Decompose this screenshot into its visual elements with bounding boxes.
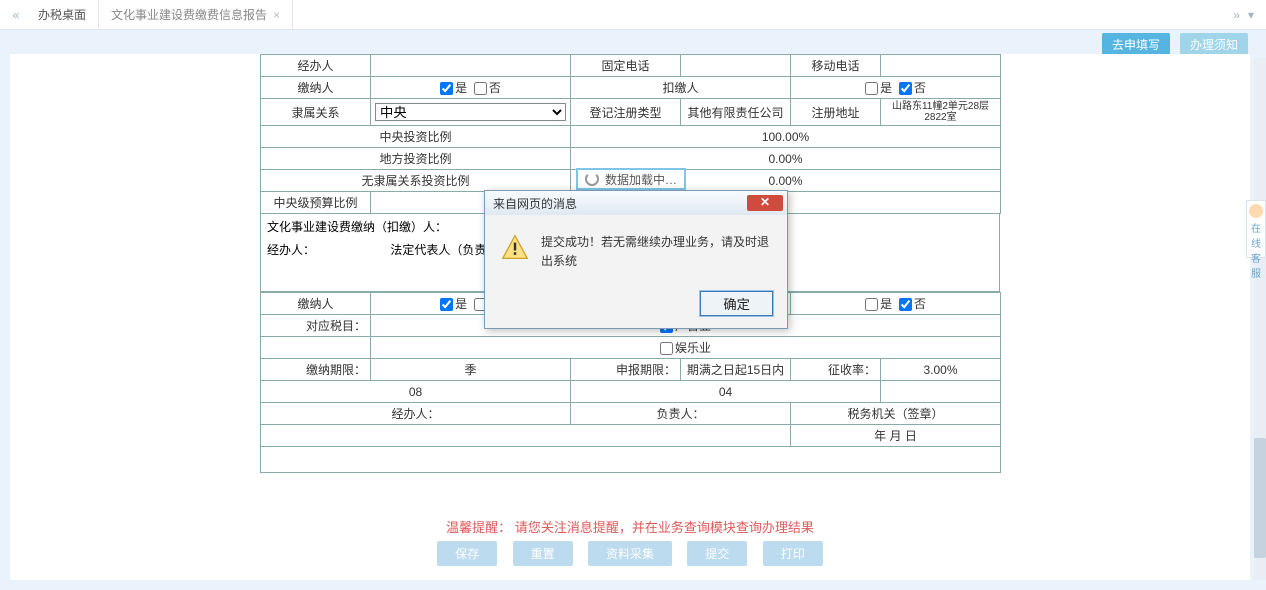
lishuguanxi-select[interactable]: 中央 [375, 103, 566, 121]
sign-jbr: 经办人： [261, 403, 571, 425]
label-jiaonaren: 缴纳人 [261, 77, 371, 99]
jiaonaren-yes-checkbox[interactable] [440, 82, 453, 95]
scrollbar-thumb[interactable] [1254, 438, 1266, 558]
value-jingbanren [371, 55, 571, 77]
value-difang-ratio: 0.00% [571, 148, 1001, 170]
label-jiaonaqixian: 缴纳期限： [261, 359, 371, 381]
label-lishuguanxi: 隶属关系 [261, 99, 371, 126]
value-zhongyang-ratio: 100.00% [571, 126, 1001, 148]
label-jiaonaren2: 缴纳人 [261, 293, 371, 315]
label-difang-ratio: 地方投资比例 [261, 148, 571, 170]
label-zhongyangji-ratio: 中央级预算比例 [261, 192, 371, 214]
submit-button[interactable]: 提交 [687, 541, 747, 566]
label-zhongyang-ratio: 中央投资比例 [261, 126, 571, 148]
value-zhengshoulv: 3.00% [881, 359, 1001, 381]
label-dengjileixing: 登记注册类型 [571, 99, 681, 126]
koujiaoren-no-checkbox[interactable] [899, 82, 912, 95]
value-gudingdianhua [681, 55, 791, 77]
dialog-titlebar[interactable]: 来自网页的消息 ✕ [485, 191, 787, 215]
koujiaoren-yes-checkbox[interactable] [865, 82, 878, 95]
tabs-next-icon[interactable]: » [1233, 8, 1240, 22]
label-zhucedizhi: 注册地址 [791, 99, 881, 126]
reset-button[interactable]: 重置 [513, 541, 573, 566]
sign-swjg: 税务机关（签章） [791, 403, 1001, 425]
checkbox-koujiaoren: 是 否 [791, 77, 1001, 99]
loading-indicator: 数据加载中… [576, 168, 686, 190]
save-button[interactable]: 保存 [437, 541, 497, 566]
label-section-jbr: 经办人： [267, 241, 387, 258]
code-1: 08 [261, 381, 571, 403]
value-dengjileixing: 其他有限责任公司 [681, 99, 791, 126]
message-dialog: 来自网页的消息 ✕ 提交成功！若无需继续办理业务，请及时退出系统 确定 [484, 190, 788, 329]
handle-notice-button[interactable]: 办理须知 [1180, 33, 1248, 56]
value-jiaonaqixian: 季 [371, 359, 571, 381]
tabs-prev-icon[interactable]: « [6, 8, 26, 22]
spinner-icon [585, 172, 599, 186]
value-shenbaoqixian: 期满之日起15日内 [681, 359, 791, 381]
yuleye-checkbox[interactable] [660, 342, 673, 355]
jiaonaren-no-checkbox[interactable] [474, 82, 487, 95]
code-2: 04 [571, 381, 881, 403]
tabs-menu-icon[interactable]: ▾ [1248, 8, 1254, 22]
fill-button[interactable]: 去申填写 [1102, 33, 1170, 56]
scrollbar-track[interactable] [1254, 58, 1266, 580]
value-zhucedizhi: 山路东11幢2单元28层2822室 [881, 99, 1001, 126]
dialog-ok-button[interactable]: 确定 [700, 291, 773, 316]
footer-button-row: 保存 重置 资料采集 提交 打印 [10, 541, 1250, 566]
dialog-message: 提交成功！若无需继续办理业务，请及时退出系统 [541, 233, 771, 271]
tab-home[interactable]: 办税桌面 [26, 0, 99, 30]
avatar-icon [1249, 204, 1263, 218]
label-shenbaoqixian: 申报期限： [571, 359, 681, 381]
dialog-title-text: 来自网页的消息 [493, 195, 577, 212]
label-duiyingshuimu: 对应税目： [261, 315, 371, 337]
tab-bar: « 办税桌面 文化事业建设费缴费信息报告 × » ▾ [0, 0, 1266, 30]
sign-fzr: 负责人： [571, 403, 791, 425]
label-yidongdianhua: 移动电话 [791, 55, 881, 77]
print-button[interactable]: 打印 [763, 541, 823, 566]
warning-icon [501, 233, 529, 261]
online-help-button[interactable]: 在线客服 [1246, 200, 1266, 258]
close-icon[interactable]: × [273, 0, 280, 30]
dialog-close-icon[interactable]: ✕ [747, 195, 783, 211]
ext-no-checkbox[interactable] [899, 298, 912, 311]
label-jingbanren: 经办人 [261, 55, 371, 77]
label-zhengshoulv: 征收率： [791, 359, 881, 381]
label-wulishu-ratio: 无隶属关系投资比例 [261, 170, 571, 192]
ext-yes-checkbox[interactable] [865, 298, 878, 311]
sign-date: 年 月 日 [791, 425, 1001, 447]
label-gudingdianhua: 固定电话 [571, 55, 681, 77]
label-koujiaoren: 扣缴人 [571, 77, 791, 99]
collect-button[interactable]: 资料采集 [588, 541, 672, 566]
checkbox-jiaonaren: 是 否 [371, 77, 571, 99]
jiaonaren2-yes-checkbox[interactable] [440, 298, 453, 311]
tab-document[interactable]: 文化事业建设费缴费信息报告 × [99, 0, 293, 30]
reminder-text: 温馨提醒： 请您关注消息提醒，并在业务查询模块查询办理结果 [10, 517, 1250, 536]
value-yidongdianhua [881, 55, 1001, 77]
